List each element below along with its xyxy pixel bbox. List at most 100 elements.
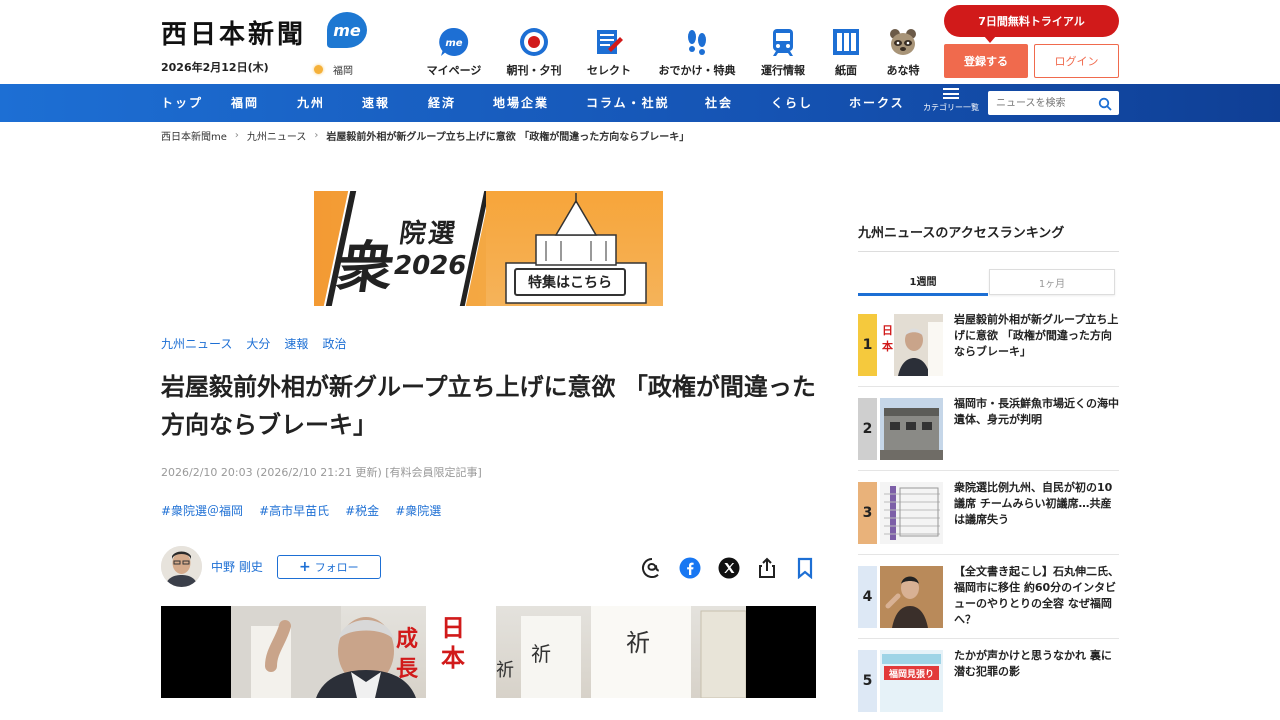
- hashtag-link[interactable]: #税金: [345, 502, 379, 519]
- category-menu[interactable]: カテゴリー一覧: [922, 88, 980, 113]
- select-note-icon: [593, 26, 625, 58]
- nav-hawks[interactable]: ホークス: [849, 84, 905, 122]
- hashtag-link[interactable]: #衆院選＠福岡: [161, 502, 243, 519]
- category-link[interactable]: 九州ニュース: [161, 335, 232, 352]
- rank-headline: 岩屋毅前外相が新グループ立ち上げに意欲 「政権が間違った方向ならブレーキ」: [954, 313, 1119, 358]
- rank-headline: 福岡市・長浜鮮魚市場近くの海中遺体、身元が判明: [954, 397, 1119, 426]
- bookmark-icon[interactable]: [793, 556, 817, 580]
- nav-life[interactable]: くらし: [771, 84, 813, 122]
- nav-kyushu[interactable]: 九州: [297, 84, 325, 122]
- category-link[interactable]: 速報: [284, 335, 308, 352]
- rank-headline: 衆院選比例九州、自民が初の10議席 チームみらい初議席…共産は議席失う: [954, 481, 1113, 526]
- nav-local-business[interactable]: 地場企業: [493, 84, 549, 122]
- banner-shu: 衆: [332, 235, 399, 301]
- banner-insen: 院選: [397, 219, 460, 249]
- svg-text:日: 日: [882, 324, 893, 337]
- main-nav: トップ 福岡 九州 速報 経済 地場企業 コラム・社説 社会 くらし ホークス …: [0, 84, 1280, 122]
- rank-thumbnail: [880, 398, 943, 460]
- rank-number: 5: [858, 650, 877, 712]
- rank-thumbnail: 福岡見張り: [880, 650, 943, 712]
- category-link[interactable]: 政治: [322, 335, 346, 352]
- topnav-anatoku[interactable]: あな特: [858, 26, 948, 78]
- article-photo[interactable]: 日 本 成 長 祈 祈 祈: [161, 606, 816, 698]
- hamburger-icon: [943, 88, 959, 99]
- follow-label: フォロー: [314, 560, 359, 574]
- topnav-label: 運行情報: [761, 64, 805, 77]
- rank-number: 2: [858, 398, 877, 460]
- login-button[interactable]: ログイン: [1034, 44, 1119, 78]
- topnav-mypage[interactable]: me マイページ: [409, 26, 499, 78]
- rank-thumbnail: [880, 566, 943, 628]
- follow-button[interactable]: + フォロー: [276, 554, 381, 579]
- newspaper-target-icon: [518, 26, 550, 58]
- svg-text:成: 成: [396, 627, 418, 652]
- svg-text:日: 日: [441, 614, 465, 642]
- register-button[interactable]: 登録する: [944, 44, 1028, 78]
- article-meta: 2026/2/10 20:03 (2026/2/10 21:21 更新) [有料…: [161, 466, 482, 479]
- rank-thumbnail: 日本: [880, 314, 943, 376]
- svg-text:me: me: [445, 38, 462, 49]
- ranking-item[interactable]: 2 福岡市・長浜鮮魚市場近くの海中遺体、身元が判明: [858, 397, 1119, 471]
- svg-text:長: 長: [396, 657, 419, 682]
- topnav-label: セレクト: [587, 64, 631, 77]
- svg-text:本: 本: [882, 339, 893, 353]
- tab-week[interactable]: 1週間: [858, 267, 988, 296]
- nav-economy[interactable]: 経済: [428, 84, 456, 122]
- breadcrumb-section[interactable]: 九州ニュース: [247, 128, 307, 143]
- train-icon: [767, 26, 799, 58]
- site-header: 西日本新聞 me 2026年2月12日(木) 福岡 me マイページ 朝刊・夕刊…: [0, 0, 1280, 84]
- divider: [858, 251, 1119, 252]
- topnav-label: あな特: [886, 64, 920, 77]
- sun-icon: [314, 65, 323, 74]
- topnav-label: マイページ: [426, 64, 482, 77]
- ranking-item[interactable]: 1 日本 岩屋毅前外相が新グループ立ち上げに意欲 「政権が間違った方向ならブレー…: [858, 313, 1119, 387]
- rank-number: 4: [858, 566, 877, 628]
- hashtag-link[interactable]: #衆院選: [395, 502, 441, 519]
- site-logo[interactable]: 西日本新聞 me: [161, 12, 367, 51]
- topnav-select[interactable]: セレクト: [564, 26, 654, 78]
- nav-column[interactable]: コラム・社説: [586, 84, 670, 122]
- threads-icon[interactable]: [640, 556, 664, 580]
- ranking-item[interactable]: 4 【全文書き起こし】石丸伸二氏、福岡市に移住 約60分のインタビューのやりとり…: [858, 565, 1119, 639]
- rank-number: 1: [858, 314, 877, 376]
- topnav-label: 紙面: [835, 64, 857, 77]
- author-name[interactable]: 中野 剛史: [211, 558, 263, 575]
- x-icon[interactable]: [717, 556, 741, 580]
- weather[interactable]: 福岡: [314, 62, 353, 77]
- article-categories: 九州ニュース 大分 速報 政治: [161, 335, 346, 352]
- topnav-label: 朝刊・夕刊: [506, 64, 562, 77]
- chevron-right-icon: ›: [234, 130, 239, 141]
- hashtag-link[interactable]: #高市早苗氏: [259, 502, 329, 519]
- nav-breaking[interactable]: 速報: [362, 84, 390, 122]
- photo-content: 日 本 成 長 祈 祈 祈: [231, 606, 747, 698]
- article-title: 岩屋毅前外相が新グループ立ち上げに意欲 「政権が間違った方向ならブレーキ」: [161, 373, 816, 439]
- nav-top[interactable]: トップ: [161, 84, 203, 122]
- search-box: [988, 91, 1119, 116]
- banner-year: 2026: [394, 251, 467, 281]
- ranking-item[interactable]: 3 衆院選比例九州、自民が初の10議席 チームみらい初議席…共産は議席失う: [858, 481, 1119, 555]
- ranking-title: 九州ニュースのアクセスランキング: [858, 226, 1065, 241]
- banner-feature-button[interactable]: 特集はこちら: [514, 268, 626, 296]
- chevron-right-icon: ›: [314, 130, 319, 141]
- search-icon[interactable]: [1098, 96, 1112, 115]
- category-link[interactable]: 大分: [246, 335, 270, 352]
- author-block: 中野 剛史 + フォロー: [161, 546, 381, 587]
- avatar[interactable]: [161, 546, 202, 587]
- rank-headline: たかが声かけと思うなかれ 裏に潜む犯罪の影: [954, 649, 1112, 678]
- svg-text:祈: 祈: [496, 660, 514, 681]
- category-label: カテゴリー一覧: [923, 103, 979, 112]
- breadcrumb-current: 岩屋毅前外相が新グループ立ち上げに意欲 「政権が間違った方向ならブレーキ」: [326, 132, 690, 143]
- tab-month[interactable]: 1ヶ月: [989, 269, 1115, 295]
- nav-society[interactable]: 社会: [705, 84, 733, 122]
- ranking-item[interactable]: 5 福岡見張り たかが声かけと思うなかれ 裏に潜む犯罪の影: [858, 649, 1119, 720]
- breadcrumb-home[interactable]: 西日本新聞me: [161, 128, 227, 143]
- election-banner[interactable]: 衆 院選 2026 特集はこちら: [314, 191, 663, 306]
- ranking-tabs: 1週間 1ヶ月: [858, 267, 1119, 296]
- nav-fukuoka[interactable]: 福岡: [231, 84, 259, 122]
- search-input[interactable]: [988, 91, 1093, 116]
- facebook-icon[interactable]: [678, 556, 702, 580]
- topnav-outing[interactable]: おでかけ・特典: [652, 26, 742, 78]
- current-date: 2026年2月12日(木): [161, 61, 269, 74]
- share-icon[interactable]: [755, 556, 779, 580]
- free-trial-button[interactable]: 7日間無料トライアル: [944, 5, 1119, 43]
